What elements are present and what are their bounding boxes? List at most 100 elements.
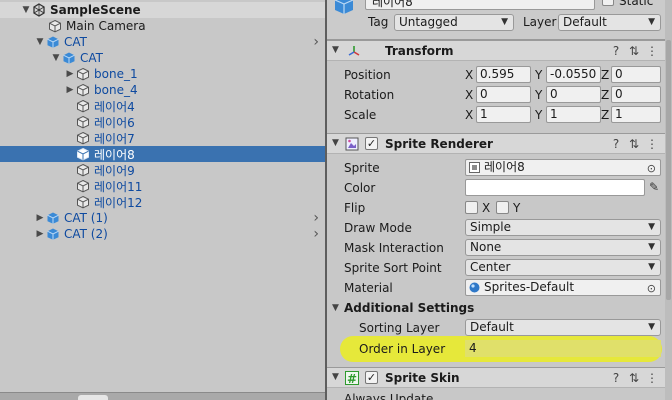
order-in-layer-label: Order in Layer [359,342,446,356]
axis-z-label[interactable]: Z [601,108,609,122]
help-icon[interactable]: ? [609,137,623,151]
more-options-icon[interactable]: ⋮ [645,44,659,58]
hierarchy-item-label: 레이어6 [94,115,135,130]
hierarchy-item-cat-child[interactable]: ▼ CAT [0,50,325,66]
hierarchy-item-layer11[interactable]: 레이어11 [0,178,325,194]
rotation-row: Rotation X 0 Y 0 Z 0 [327,85,672,105]
hierarchy-item-bone-1[interactable]: ▶ bone_1 [0,66,325,82]
flip-x-label: X [482,201,491,215]
axis-y-label[interactable]: Y [535,108,542,122]
tag-value: Untagged [399,15,458,29]
sprite-sort-point-dropdown[interactable]: Center ▼ [465,259,661,276]
collapse-arrow-icon[interactable]: ▶ [64,68,76,80]
collapse-arrow-icon[interactable]: ▶ [34,212,46,224]
flip-y-checkbox[interactable] [496,201,509,214]
bottom-tab[interactable] [78,395,108,400]
hierarchy-item-layer8-selected[interactable]: 레이어8 [0,146,325,162]
hierarchy-item-cat-2[interactable]: ▶ CAT (2) › [0,226,325,242]
presets-icon[interactable]: ⇅ [627,137,641,151]
scale-x-field[interactable]: 1 [476,106,531,123]
fold-arrow-icon[interactable]: ▼ [332,45,339,55]
axis-x-label[interactable]: X [465,88,473,102]
gameobject-cube-icon [77,147,89,161]
presets-icon[interactable]: ⇅ [627,371,641,385]
hierarchy-item-cat-1[interactable]: ▶ CAT (1) › [0,210,325,226]
hierarchy-item-layer12[interactable]: 레이어12 [0,194,325,210]
axis-x-label[interactable]: X [465,108,473,122]
collapse-arrow-icon[interactable]: ▶ [34,228,46,240]
axis-z-label[interactable]: Z [601,88,609,102]
sorting-layer-dropdown[interactable]: Default ▼ [465,319,661,336]
rotation-z-field[interactable]: 0 [611,86,661,103]
axis-y-label[interactable]: Y [535,68,542,82]
object-name-field[interactable]: 레이어8 [365,0,595,10]
draw-mode-dropdown[interactable]: Simple ▼ [465,219,661,236]
hierarchy-item-main-camera[interactable]: Main Camera [0,18,325,34]
order-in-layer-field[interactable]: 4 [465,340,661,357]
eyedropper-icon[interactable]: ✎ [649,180,659,194]
transform-header[interactable]: ▼ Transform ? ⇅ ⋮ [327,40,672,61]
axis-y-label[interactable]: Y [535,88,542,102]
hierarchy-item-layer9[interactable]: 레이어9 [0,162,325,178]
rotation-y-field[interactable]: 0 [546,86,601,103]
help-icon[interactable]: ? [609,44,623,58]
fold-arrow-icon[interactable]: ▼ [332,138,339,148]
fold-arrow-icon[interactable]: ▼ [332,303,339,313]
hierarchy-item-bone-4[interactable]: ▶ bone_4 [0,82,325,98]
collapse-arrow-icon[interactable]: ▶ [64,84,76,96]
position-x-field[interactable]: 0.595 [476,66,531,83]
scale-y-field[interactable]: 1 [546,106,601,123]
static-checkbox[interactable] [602,0,614,6]
gameobject-cube-icon [77,179,89,193]
gameobject-cube-icon [77,195,89,209]
more-options-icon[interactable]: ⋮ [645,137,659,151]
prefab-cube-icon [47,212,59,224]
expand-arrow-icon[interactable]: ▼ [20,4,32,16]
inspector-scrollbar[interactable] [665,0,672,400]
axis-z-label[interactable]: Z [601,68,609,82]
prefab-cube-icon [47,228,59,240]
hierarchy-item-cat[interactable]: ▼ CAT › [0,34,325,50]
scale-z-field[interactable]: 1 [611,106,661,123]
mask-interaction-dropdown[interactable]: None ▼ [465,239,661,256]
sorting-layer-value: Default [470,320,514,334]
expand-arrow-icon[interactable]: ▼ [34,36,46,48]
help-icon[interactable]: ? [609,371,623,385]
flip-x-checkbox[interactable] [465,201,478,214]
hierarchy-item-layer6[interactable]: 레이어6 [0,114,325,130]
color-swatch[interactable] [465,179,645,196]
presets-icon[interactable]: ⇅ [627,44,641,58]
object-picker-icon[interactable]: ⊙ [647,161,656,176]
more-options-icon[interactable]: ⋮ [645,371,659,385]
hierarchy-item-label: CAT (2) [64,227,108,241]
gameobject-icon [334,0,354,14]
hierarchy-item-label: 레이어12 [94,195,143,210]
position-z-field[interactable]: 0 [611,66,661,83]
rotation-x-field[interactable]: 0 [476,86,531,103]
material-object-field[interactable]: Sprites-Default ⊙ [465,279,661,296]
expand-arrow-icon[interactable]: ▼ [50,52,62,64]
scene-row[interactable]: ▼ SampleScene [0,2,325,18]
scrollbar-thumb[interactable] [666,40,671,300]
hierarchy-item-layer4[interactable]: 레이어4 [0,98,325,114]
transform-axes-icon [348,46,360,56]
tag-dropdown[interactable]: Untagged ▼ [394,14,514,31]
chevron-right-icon[interactable]: › [313,226,319,242]
position-y-field[interactable]: -0.0550 [546,66,601,83]
sprite-object-field[interactable]: 레이어8 ⊙ [465,159,661,176]
additional-settings-row[interactable]: ▼ Additional Settings [327,298,672,318]
chevron-right-icon[interactable]: › [313,210,319,226]
fold-arrow-icon[interactable]: ▼ [332,372,339,382]
object-picker-icon[interactable]: ⊙ [647,281,656,296]
layer-dropdown[interactable]: Default ▼ [558,14,661,31]
sprite-skin-header[interactable]: ▼ # ✓ Sprite Skin ? ⇅ ⋮ [327,367,672,388]
sprite-renderer-header[interactable]: ▼ ✓ Sprite Renderer ? ⇅ ⋮ [327,133,672,154]
sprite-renderer-enabled-toggle[interactable]: ✓ [365,137,378,150]
dropdown-arrow-icon: ▼ [648,322,655,332]
flip-y-label: Y [513,201,521,215]
gameobject-cube-icon [77,163,89,177]
hierarchy-item-layer7[interactable]: 레이어7 [0,130,325,146]
axis-x-label[interactable]: X [465,68,473,82]
chevron-right-icon[interactable]: › [313,34,319,50]
sprite-skin-enabled-toggle[interactable]: ✓ [365,371,378,384]
